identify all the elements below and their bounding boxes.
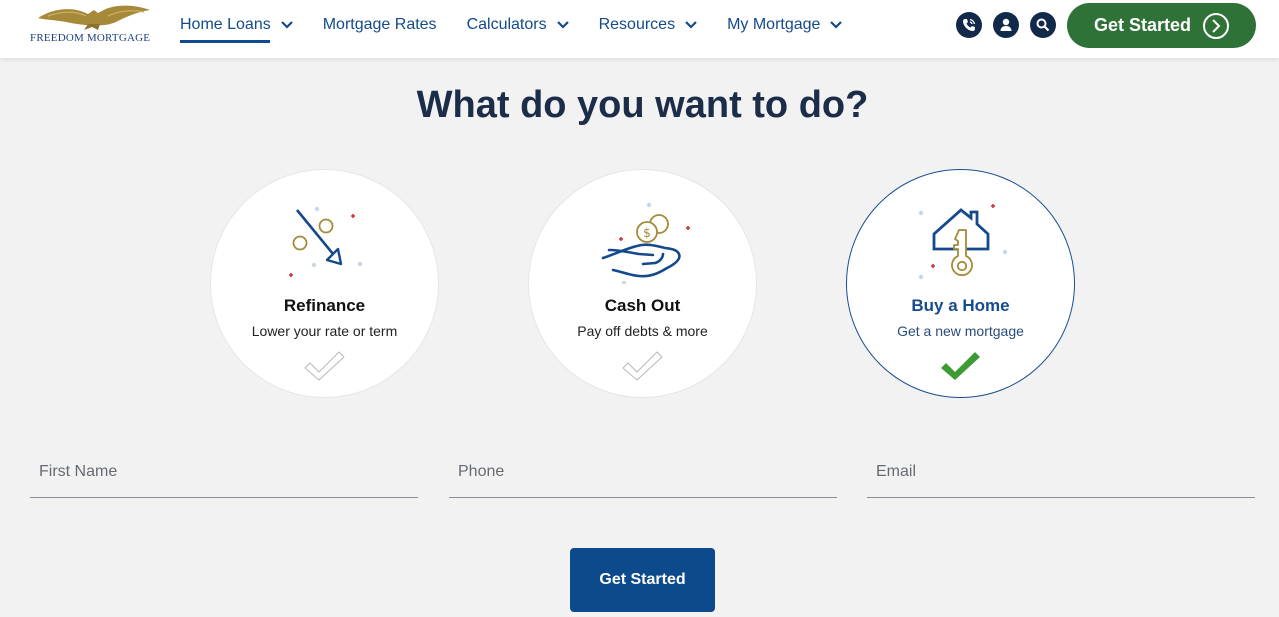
site-header: FREEDOM MORTGAGE Home Loans Mortgage Rat…	[0, 0, 1279, 58]
search-button[interactable]	[1030, 12, 1056, 38]
page-title: What do you want to do?	[416, 84, 869, 126]
option-subtitle: Pay off debts & more	[577, 323, 708, 339]
option-refinance[interactable]: Refinance Lower your rate or term	[210, 169, 439, 398]
option-title: Buy a Home	[911, 296, 1010, 315]
checkmark-outline-icon	[622, 351, 663, 381]
option-title: Refinance	[283, 296, 366, 315]
nav-label: Home Loans	[180, 16, 271, 33]
main-nav: Home Loans Mortgage Rates Calculators Re…	[180, 0, 872, 58]
refinance-arrow-icon	[289, 206, 363, 277]
email-field	[867, 452, 1255, 498]
nav-my-mortgage[interactable]: My Mortgage	[727, 0, 843, 50]
cta-label: Get Started	[1093, 15, 1192, 35]
chevron-down-icon	[556, 21, 569, 29]
logo-wordmark: FREEDOM MORTGAGE	[30, 32, 151, 44]
chevron-down-icon	[830, 21, 843, 29]
nav-mortgage-rates[interactable]: Mortgage Rates	[323, 0, 437, 50]
hand-coins-icon: $	[601, 202, 690, 284]
option-subtitle: Get a new mortgage	[897, 323, 1024, 339]
phone-icon	[963, 18, 976, 31]
nav-label: Mortgage Rates	[322, 16, 437, 33]
option-subtitle: Lower your rate or term	[251, 323, 398, 339]
first-name-field	[30, 452, 418, 498]
phone-button[interactable]	[956, 12, 982, 38]
first-name-input[interactable]	[30, 452, 418, 492]
email-input[interactable]	[867, 452, 1255, 492]
phone-input[interactable]	[449, 452, 837, 492]
phone-field	[449, 452, 837, 498]
get-started-submit-button[interactable]: Get Started	[570, 548, 715, 612]
account-button[interactable]	[993, 12, 1019, 38]
house-key-icon	[918, 204, 1008, 280]
chevron-down-icon	[685, 21, 697, 29]
arrow-circle-icon	[1203, 12, 1230, 39]
option-cash-out[interactable]: $ Cash Out Pay off debts & more	[528, 169, 757, 398]
svg-text:$: $	[643, 226, 651, 240]
nav-home-loans[interactable]: Home Loans	[180, 0, 293, 50]
checkmark-selected-icon	[941, 352, 980, 380]
freedom-mortgage-logo[interactable]: FREEDOM MORTGAGE	[28, 2, 162, 46]
option-title: Cash Out	[604, 296, 681, 315]
search-icon	[1036, 18, 1050, 32]
option-buy-a-home[interactable]: Buy a Home Get a new mortgage	[846, 169, 1075, 398]
nav-label: Resources	[598, 16, 676, 33]
nav-label: Calculators	[466, 16, 547, 33]
nav-calculators[interactable]: Calculators	[467, 0, 569, 50]
chevron-down-icon	[280, 21, 293, 29]
nav-label: My Mortgage	[727, 16, 821, 33]
nav-resources[interactable]: Resources	[599, 0, 697, 50]
user-icon	[1000, 18, 1012, 31]
header-get-started-button[interactable]: Get Started	[1067, 3, 1256, 48]
checkmark-outline-icon	[304, 351, 345, 381]
eagle-icon	[38, 5, 150, 30]
